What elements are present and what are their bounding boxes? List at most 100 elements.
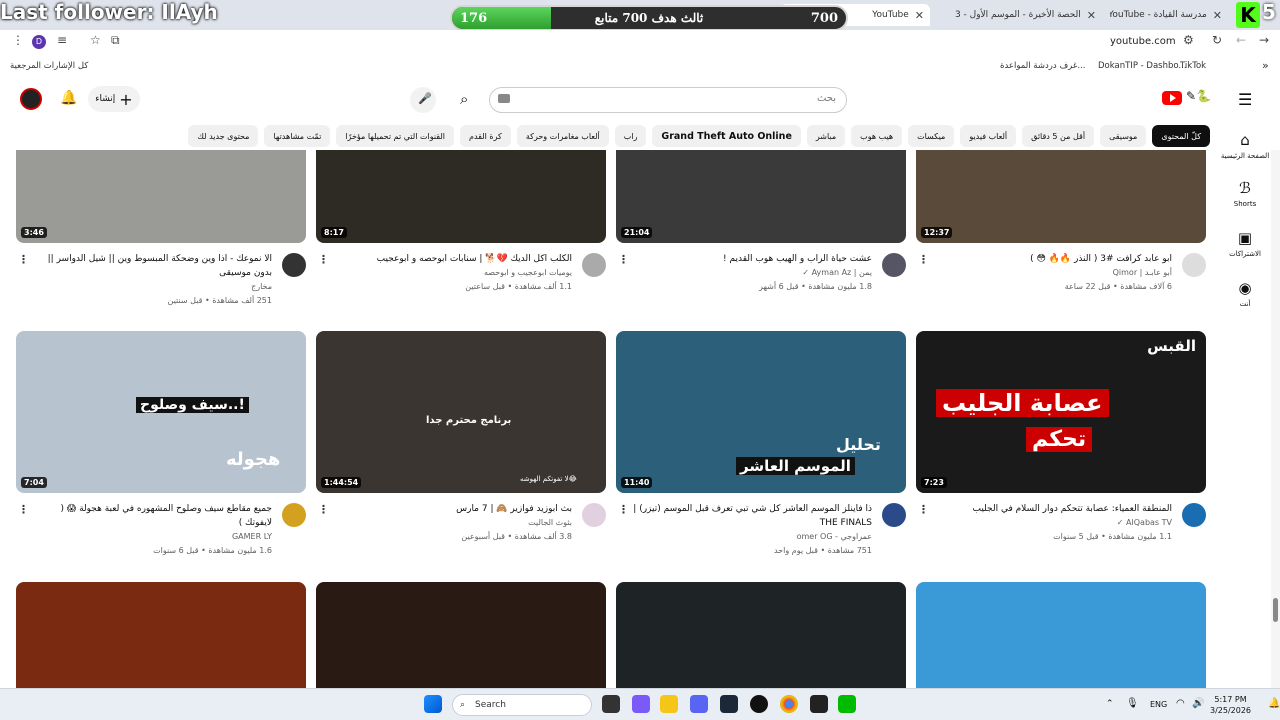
- channel-avatar[interactable]: [582, 503, 606, 527]
- more-actions-icon[interactable]: ⋮: [318, 253, 329, 266]
- video-thumbnail[interactable]: [16, 582, 306, 688]
- tab-last-lesson[interactable]: ✕ الحصة الأخيرة - الموسم الأول - 3: [936, 4, 1102, 26]
- steam-icon[interactable]: [720, 695, 738, 713]
- video-thumbnail[interactable]: القبس عصابة الجليب تحكم 7:23: [916, 331, 1206, 493]
- tab-driving-school[interactable]: ✕ مدرسة القيادة - YouTube: [1110, 4, 1228, 26]
- profile-avatar[interactable]: D: [32, 35, 46, 49]
- app-icon[interactable]: [810, 695, 828, 713]
- back-icon[interactable]: →: [1259, 33, 1269, 47]
- obs-icon[interactable]: [750, 695, 768, 713]
- chip-8[interactable]: راب: [614, 125, 647, 147]
- chip-12[interactable]: تمّت مشاهدتها: [264, 125, 331, 147]
- sidebar-item-home[interactable]: ⌂ الصفحة الرئيسية: [1220, 131, 1270, 160]
- channel-avatar[interactable]: [882, 503, 906, 527]
- voice-search-button[interactable]: 🎤: [410, 87, 436, 113]
- copilot-icon[interactable]: [632, 695, 650, 713]
- bookmark-all[interactable]: كل الإشارات المرجعية: [10, 61, 88, 71]
- forward-icon[interactable]: ←: [1236, 33, 1246, 47]
- chip-2[interactable]: أقل من 5 دقائق: [1022, 125, 1095, 147]
- video-thumbnail[interactable]: 3:46: [16, 150, 306, 243]
- hamburger-menu-icon[interactable]: ☰: [1238, 90, 1252, 109]
- chip-13[interactable]: محتوى جديد لك: [188, 125, 259, 147]
- more-actions-icon[interactable]: ⋮: [918, 503, 929, 516]
- chrome-icon[interactable]: [780, 695, 798, 713]
- doodle-icon[interactable]: ✎🐍: [1186, 89, 1211, 103]
- youtube-logo-icon[interactable]: [1162, 91, 1182, 105]
- chip-0[interactable]: كلّ المحتوى: [1152, 125, 1210, 147]
- kick-app-icon[interactable]: [838, 695, 856, 713]
- channel-avatar[interactable]: [1182, 503, 1206, 527]
- video-thumbnail[interactable]: [916, 582, 1206, 688]
- site-settings-icon[interactable]: ⚙: [1183, 33, 1194, 47]
- channel-name[interactable]: بثوث الجاليت: [332, 518, 572, 527]
- sidebar-item-subscriptions[interactable]: ▣ الاشتراكات: [1220, 229, 1270, 258]
- mic-tray-icon[interactable]: 🎙: [1126, 698, 1139, 709]
- more-actions-icon[interactable]: ⋮: [918, 253, 929, 266]
- channel-avatar[interactable]: [882, 253, 906, 277]
- language-indicator[interactable]: ENG: [1150, 700, 1167, 709]
- search-button[interactable]: ⌕: [448, 87, 488, 113]
- bookmark-dokantip[interactable]: DokanTIP - Dashbo...: [1098, 61, 1187, 71]
- bookmark-star-icon[interactable]: ☆: [90, 33, 101, 47]
- task-view-icon[interactable]: [602, 695, 620, 713]
- video-thumbnail[interactable]: [616, 582, 906, 688]
- notifications-bell-icon[interactable]: 🔔: [60, 90, 77, 106]
- chip-1[interactable]: موسيقى: [1100, 125, 1147, 147]
- create-button[interactable]: إنشاء +: [88, 86, 140, 112]
- channel-name[interactable]: GAMER LY: [32, 532, 272, 541]
- account-avatar[interactable]: [20, 88, 42, 110]
- channel-avatar[interactable]: [282, 503, 306, 527]
- chip-3[interactable]: ألعاب فيديو: [960, 125, 1017, 147]
- more-actions-icon[interactable]: ⋮: [618, 253, 629, 266]
- sidebar-item-shorts[interactable]: ℬ Shorts: [1220, 179, 1270, 208]
- search-input[interactable]: بحث: [489, 87, 847, 113]
- video-thumbnail[interactable]: [316, 582, 606, 688]
- video-thumbnail[interactable]: تحليل الموسم العاشر 11:40: [616, 331, 906, 493]
- close-icon[interactable]: ✕: [1087, 9, 1096, 22]
- video-thumbnail[interactable]: 21:04: [616, 150, 906, 243]
- channel-name[interactable]: عمراوجي - omer OG: [632, 532, 872, 541]
- windows-start-icon[interactable]: [424, 695, 442, 713]
- clock[interactable]: 5:17 PM 3/25/2026: [1210, 694, 1251, 716]
- chip-4[interactable]: ميكسات: [908, 125, 955, 147]
- channel-name[interactable]: يمن | Ayman Az ✓: [632, 268, 872, 277]
- install-icon[interactable]: ⧉: [111, 33, 120, 48]
- more-actions-icon[interactable]: ⋮: [18, 253, 29, 266]
- more-actions-icon[interactable]: ⋮: [318, 503, 329, 516]
- video-title[interactable]: الا نموعك - اذا وين وضحكة المبسوط وين ||…: [32, 252, 272, 280]
- channel-name[interactable]: يوميات ابوعجيب و ابوحصه: [332, 268, 572, 277]
- close-icon[interactable]: ✕: [1213, 9, 1222, 22]
- volume-icon[interactable]: 🔊: [1192, 698, 1204, 709]
- tray-chevron-icon[interactable]: ⌃: [1106, 699, 1114, 709]
- video-title[interactable]: جميع مقاطع سيف وصلوح المشهوره في لعبة هج…: [32, 502, 272, 530]
- channel-avatar[interactable]: [1182, 253, 1206, 277]
- playlist-icon[interactable]: ≡: [57, 33, 67, 47]
- channel-avatar[interactable]: [582, 253, 606, 277]
- video-title[interactable]: ابو عابد كرافت #3 ( النذر 🔥🔥 😳 ): [932, 252, 1172, 266]
- chip-6[interactable]: مباشر: [806, 125, 846, 147]
- channel-name[interactable]: AlQabas TV ✓: [932, 518, 1172, 527]
- wifi-icon[interactable]: ◠: [1176, 698, 1185, 709]
- menu-dots-icon[interactable]: ⋮: [12, 33, 24, 47]
- chip-9[interactable]: ألعاب مغامرات وحركة: [516, 125, 609, 147]
- video-title[interactable]: الكلب اكل الديك 💔🐕 | سنابات ابوحصه و ابو…: [332, 252, 572, 266]
- page-scrollbar[interactable]: [1271, 150, 1280, 688]
- chip-7[interactable]: Grand Theft Auto Online: [652, 125, 801, 147]
- video-thumbnail[interactable]: سيف وصلوح..! هجوله 7:04: [16, 331, 306, 493]
- chip-5[interactable]: هيب هوب: [851, 125, 903, 147]
- sidebar-item-you[interactable]: ◉ أنت: [1220, 279, 1270, 308]
- video-title[interactable]: ذا فاينلز الموسم العاشر كل شي تبي تعرف ق…: [632, 502, 872, 530]
- video-thumbnail[interactable]: 8:17: [316, 150, 606, 243]
- chip-11[interactable]: القنوات التي تم تحميلها مؤخرًا: [336, 125, 455, 147]
- reload-icon[interactable]: ↻: [1212, 33, 1222, 47]
- video-title[interactable]: عشت حياة الراب و الهيب هوب القديم !: [632, 252, 872, 266]
- more-actions-icon[interactable]: ⋮: [18, 503, 29, 516]
- more-actions-icon[interactable]: ⋮: [618, 503, 629, 516]
- discord-icon[interactable]: [690, 695, 708, 713]
- scrollbar-thumb[interactable]: [1273, 598, 1278, 622]
- url-field[interactable]: youtube.com: [1110, 36, 1176, 47]
- chip-10[interactable]: كرة القدم: [460, 125, 511, 147]
- file-explorer-icon[interactable]: [660, 695, 678, 713]
- video-thumbnail[interactable]: برنامج محترم جدا لا تفوتكم الهوشه😂 1:44:54: [316, 331, 606, 493]
- keyboard-icon[interactable]: [498, 94, 510, 103]
